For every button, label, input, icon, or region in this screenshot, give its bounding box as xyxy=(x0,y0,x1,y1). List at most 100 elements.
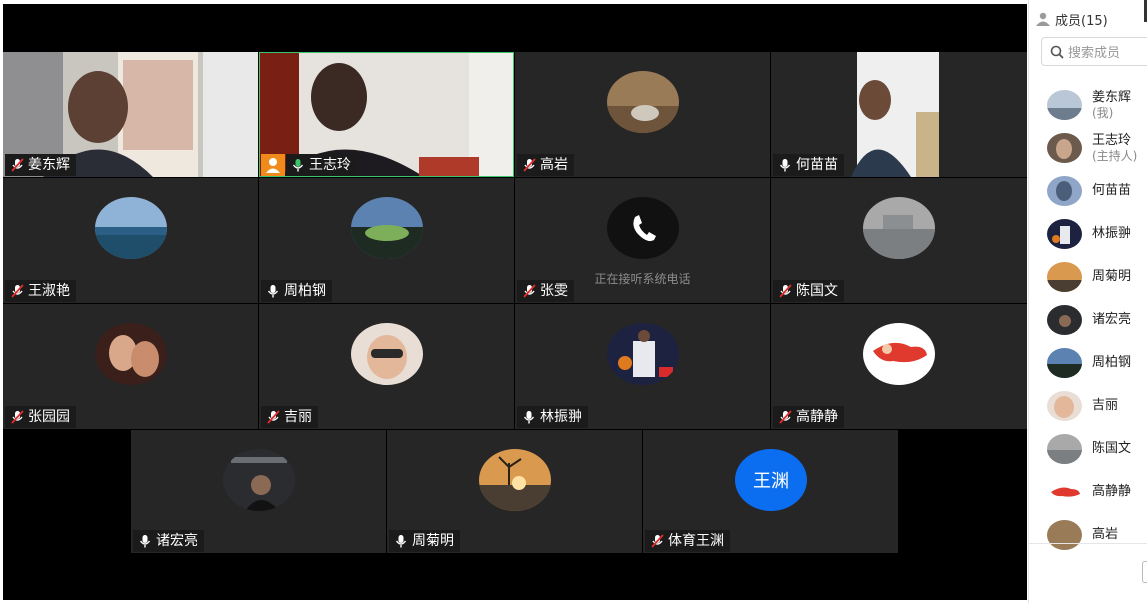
phone-call-avatar xyxy=(607,197,679,259)
video-tile[interactable]: 高岩 xyxy=(515,52,770,177)
participant-nametag: 张园园 xyxy=(5,406,76,428)
member-avatar xyxy=(1047,348,1082,378)
participant-nametag: 张雯 xyxy=(517,280,574,302)
member-avatar xyxy=(1047,176,1082,206)
participant-nametag: 周菊明 xyxy=(389,530,460,552)
member-avatar xyxy=(1047,262,1082,292)
phone-icon xyxy=(633,215,656,242)
participant-avatar xyxy=(863,323,935,385)
member-item[interactable]: 周柏钢 xyxy=(1047,346,1147,380)
mic-icon xyxy=(523,411,535,424)
video-tile[interactable]: 张园园 xyxy=(3,304,258,429)
member-item[interactable]: 高岩 xyxy=(1047,518,1147,552)
member-item[interactable]: 何苗苗 xyxy=(1047,174,1147,208)
video-tile[interactable]: 周柏钢 xyxy=(259,178,514,303)
participant-nametag: 王淑艳 xyxy=(5,280,76,302)
mic-icon xyxy=(395,535,407,548)
video-tile-active-speaker[interactable]: 王志玲 xyxy=(259,52,514,177)
member-name: 吉丽 xyxy=(1092,398,1119,413)
member-panel: 成员(15) 搜索成员 姜东辉 (我) 王志玲 (主持人) 何苗苗 林振翀 周菊明 … xyxy=(1028,0,1147,603)
member-item[interactable]: 吉丽 xyxy=(1047,389,1147,423)
mic-muted-icon xyxy=(523,158,536,172)
user-icon xyxy=(1036,12,1050,26)
mic-muted-icon xyxy=(11,158,24,172)
member-avatar xyxy=(1047,520,1082,550)
participant-nametag: 高静静 xyxy=(773,406,844,428)
member-name: 陈国文 xyxy=(1092,441,1132,456)
panel-divider xyxy=(1029,543,1147,544)
mic-icon xyxy=(779,159,791,172)
member-item[interactable]: 诸宏亮 xyxy=(1047,303,1147,337)
video-tile[interactable]: 周菊明 xyxy=(387,430,642,553)
member-item[interactable]: 林振翀 xyxy=(1047,217,1147,251)
member-search-input[interactable]: 搜索成员 xyxy=(1041,37,1147,66)
host-badge xyxy=(261,154,285,176)
member-name: 周菊明 xyxy=(1092,269,1132,284)
participant-avatar xyxy=(223,449,295,511)
video-tile[interactable]: 林振翀 xyxy=(515,304,770,429)
member-name: 诸宏亮 xyxy=(1092,312,1132,327)
participant-nametag: 陈国文 xyxy=(773,280,844,302)
video-tile[interactable]: 吉丽 xyxy=(259,304,514,429)
member-avatar xyxy=(1047,305,1082,335)
member-avatar xyxy=(1047,434,1082,464)
member-avatar xyxy=(1047,133,1082,163)
member-item[interactable]: 王志玲 (主持人) xyxy=(1047,131,1147,165)
member-item[interactable]: 周菊明 xyxy=(1047,260,1147,294)
video-tile[interactable]: 诸宏亮 xyxy=(131,430,386,553)
mic-muted-icon xyxy=(651,534,664,548)
participant-nametag: 周柏钢 xyxy=(261,280,332,302)
mic-muted-icon xyxy=(779,410,792,424)
search-icon xyxy=(1050,45,1064,59)
member-tag: (主持人) xyxy=(1092,148,1138,163)
mic-muted-icon xyxy=(11,410,24,424)
member-item[interactable]: 高静静 xyxy=(1047,475,1147,509)
video-tile[interactable]: 正在接听系统电话 张雯 xyxy=(515,178,770,303)
participant-avatar xyxy=(95,197,167,259)
user-icon xyxy=(266,158,280,173)
mic-muted-icon xyxy=(11,284,24,298)
member-avatar xyxy=(1047,391,1082,421)
participant-nametag: 体育王渊 xyxy=(645,530,730,552)
member-name: 高岩 xyxy=(1092,527,1119,542)
mic-muted-icon xyxy=(267,410,280,424)
video-tile[interactable]: 陈国文 xyxy=(771,178,1027,303)
member-name: 何苗苗 xyxy=(1092,183,1132,198)
member-avatar xyxy=(1047,219,1082,249)
participant-avatar xyxy=(607,323,679,385)
participant-avatar xyxy=(479,449,551,511)
participant-nametag: 姜东辉 xyxy=(5,154,76,176)
member-name: 高静静 xyxy=(1092,484,1132,499)
mic-speaking-icon xyxy=(292,159,304,172)
video-tile[interactable]: 王渊 体育王渊 xyxy=(643,430,898,553)
participant-avatar xyxy=(351,197,423,259)
member-avatar xyxy=(1047,90,1082,120)
participant-nametag: 诸宏亮 xyxy=(133,530,204,552)
participant-avatar xyxy=(351,323,423,385)
video-tile[interactable]: 高静静 xyxy=(771,304,1027,429)
video-tile[interactable]: 何苗苗 xyxy=(771,52,1027,177)
member-avatar xyxy=(1047,477,1082,507)
participant-avatar-text: 王渊 xyxy=(735,449,807,511)
mic-muted-icon xyxy=(523,284,536,298)
participant-nametag: 林振翀 xyxy=(517,406,588,428)
mic-icon xyxy=(139,535,151,548)
member-item[interactable]: 姜东辉 (我) xyxy=(1047,88,1147,122)
member-name: 周柏钢 xyxy=(1092,355,1132,370)
member-name: 王志玲 xyxy=(1092,132,1132,148)
search-placeholder: 搜索成员 xyxy=(1068,46,1121,61)
participant-nametag: 王志玲 xyxy=(286,154,357,176)
video-grid: 姜东辉 王志玲 高岩 何苗苗 王淑艳 周柏钢 正在接听系统电话 张雯 陈国文 张… xyxy=(3,4,1027,600)
participant-nametag: 何苗苗 xyxy=(773,154,844,176)
member-count-title: 成员(15) xyxy=(1055,13,1108,29)
member-name: 姜东辉 xyxy=(1092,89,1132,105)
mic-icon xyxy=(267,285,279,298)
video-tile[interactable]: 王淑艳 xyxy=(3,178,258,303)
member-name: 林振翀 xyxy=(1092,226,1132,241)
member-item[interactable]: 陈国文 xyxy=(1047,432,1147,466)
participant-avatar xyxy=(95,323,167,385)
panel-control[interactable] xyxy=(1142,561,1147,583)
mic-muted-icon xyxy=(779,284,792,298)
video-tile[interactable]: 姜东辉 xyxy=(3,52,258,177)
member-tag: (我) xyxy=(1092,105,1114,120)
